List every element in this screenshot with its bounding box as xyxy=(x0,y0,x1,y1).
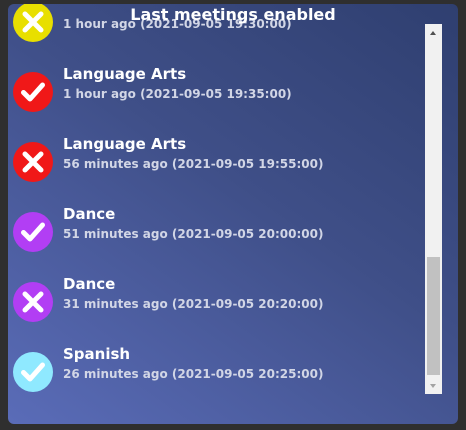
scroll-down-arrow-icon[interactable] xyxy=(425,377,442,394)
meeting-time: 31 minutes ago (2021-09-05 20:20:00) xyxy=(63,297,324,311)
scrollbar-thumb[interactable] xyxy=(427,257,440,375)
panel-title: Last meetings enabled xyxy=(130,5,336,24)
check-icon xyxy=(13,72,53,112)
meeting-title: Spanish xyxy=(63,345,131,363)
meeting-time: 56 minutes ago (2021-09-05 19:55:00) xyxy=(63,157,324,171)
meetings-panel: Last meetings enabled 1 hour ago (2021-0… xyxy=(8,4,458,424)
meeting-item[interactable]: Dance 31 minutes ago (2021-09-05 20:20:0… xyxy=(8,270,428,340)
vertical-scrollbar[interactable] xyxy=(425,24,442,394)
meeting-title: Dance xyxy=(63,275,116,293)
meeting-title: Language Arts xyxy=(63,135,187,153)
x-icon xyxy=(13,142,53,182)
x-icon xyxy=(13,282,53,322)
meeting-time: 26 minutes ago (2021-09-05 20:25:00) xyxy=(63,367,324,381)
meeting-item[interactable]: Language Arts 56 minutes ago (2021-09-05… xyxy=(8,130,428,200)
meeting-item[interactable]: Dance 51 minutes ago (2021-09-05 20:00:0… xyxy=(8,200,428,270)
meeting-time: 1 hour ago (2021-09-05 19:35:00) xyxy=(63,87,292,101)
meeting-item[interactable]: Language Arts 1 hour ago (2021-09-05 19:… xyxy=(8,60,428,130)
scroll-up-arrow-icon[interactable] xyxy=(425,24,442,41)
check-icon xyxy=(13,212,53,252)
meetings-list[interactable]: 1 hour ago (2021-09-05 19:30:00) Languag… xyxy=(8,4,428,410)
meeting-time: 51 minutes ago (2021-09-05 20:00:00) xyxy=(63,227,324,241)
meeting-title: Language Arts xyxy=(63,65,187,83)
check-icon xyxy=(13,352,53,392)
meeting-item[interactable]: Spanish 26 minutes ago (2021-09-05 20:25… xyxy=(8,340,428,410)
meeting-title: Dance xyxy=(63,205,116,223)
